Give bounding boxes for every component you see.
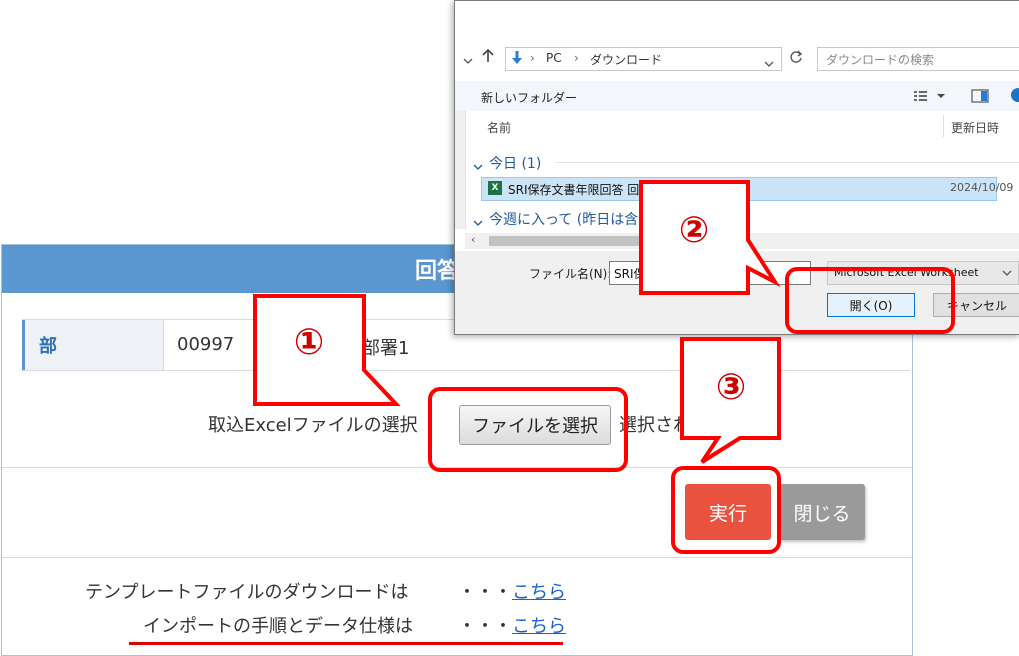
callout-step-1: ① [293,322,325,363]
callout-shapes [253,180,781,464]
callout-step-3: ③ [715,367,747,408]
callout-step-2: ② [678,210,710,251]
